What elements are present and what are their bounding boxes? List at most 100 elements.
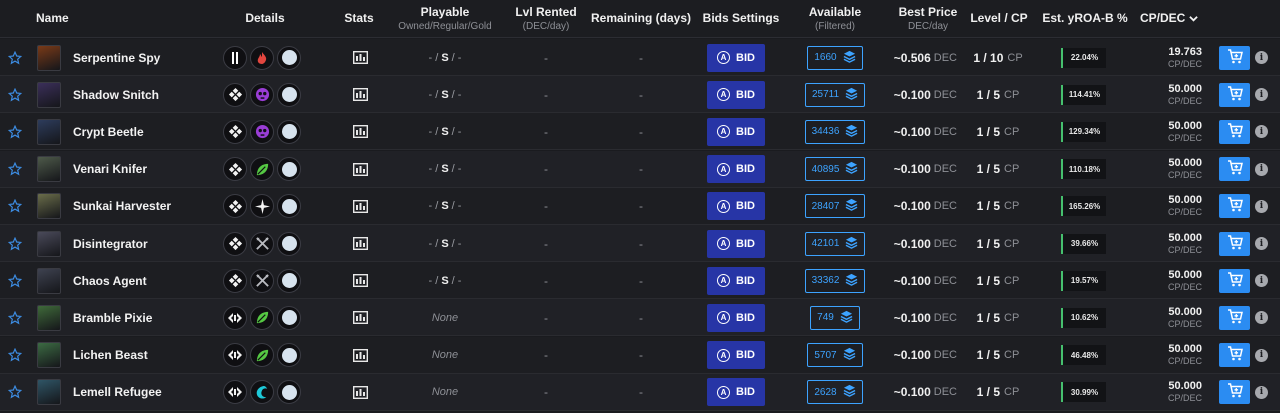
bid-button[interactable]: A BID xyxy=(707,266,765,295)
bid-button[interactable]: A BID xyxy=(707,378,765,407)
add-to-cart-button[interactable] xyxy=(1219,305,1250,330)
add-to-cart-button[interactable] xyxy=(1219,231,1250,256)
neutral-dot-icon[interactable] xyxy=(277,268,301,293)
table-row[interactable]: Crypt Beetle - / S / - - - A BID 34436 ~0.… xyxy=(0,113,1280,151)
card-name[interactable]: Serpentine Spy xyxy=(73,39,233,76)
card-thumbnail[interactable] xyxy=(37,76,61,113)
info-icon[interactable]: i xyxy=(1255,162,1268,176)
neutral-dot-icon[interactable] xyxy=(277,194,301,219)
crossed-swords-icon[interactable] xyxy=(250,268,274,293)
stats-chart-icon[interactable] xyxy=(350,151,370,188)
card-name[interactable]: Venari Knifer xyxy=(73,151,233,188)
table-row[interactable]: Serpentine Spy - / S / - - - A BID 1660 ~0… xyxy=(0,39,1280,76)
neutral-dot-icon[interactable] xyxy=(277,231,301,256)
available-button[interactable]: 33362 xyxy=(804,268,866,293)
add-to-cart-button[interactable] xyxy=(1219,119,1250,144)
neutral-dot-icon[interactable] xyxy=(277,119,301,144)
table-row[interactable]: Shadow Snitch - / S / - - - A BID 25711 ~0… xyxy=(0,76,1280,114)
favorite-star-icon[interactable] xyxy=(8,151,22,188)
available-button[interactable]: 1660 xyxy=(807,45,863,70)
earth-leaf-icon[interactable] xyxy=(250,157,274,182)
table-row[interactable]: Lemell Refugee None - - A BID 2628 ~0.10… xyxy=(0,373,1280,411)
card-thumbnail[interactable] xyxy=(37,374,61,411)
table-row[interactable]: Sunkai Harvester - / S / - - - A BID 28407… xyxy=(0,187,1280,225)
col-level-cp[interactable]: Level / CP xyxy=(966,12,1032,25)
diamond-cross-icon[interactable] xyxy=(223,82,247,107)
card-thumbnail[interactable] xyxy=(37,299,61,336)
stats-chart-icon[interactable] xyxy=(350,374,370,411)
water-drop-icon[interactable] xyxy=(250,380,274,405)
add-to-cart-button[interactable] xyxy=(1219,380,1250,405)
col-best-price[interactable]: Best Price DEC/day xyxy=(890,6,966,33)
life-star-icon[interactable] xyxy=(250,194,274,219)
favorite-star-icon[interactable] xyxy=(8,262,22,299)
diamond-cross-icon[interactable] xyxy=(223,119,247,144)
col-lvl-rented[interactable]: Lvl Rented (DEC/day) xyxy=(510,6,582,33)
info-icon[interactable]: i xyxy=(1255,199,1268,213)
tall-bar-icon[interactable] xyxy=(223,45,247,70)
add-to-cart-button[interactable] xyxy=(1219,268,1250,293)
favorite-star-icon[interactable] xyxy=(8,374,22,411)
available-button[interactable]: 42101 xyxy=(804,231,866,256)
add-to-cart-button[interactable] xyxy=(1219,45,1250,70)
neutral-dot-icon[interactable] xyxy=(277,305,301,330)
double-chevron-icon[interactable] xyxy=(223,343,247,368)
double-chevron-icon[interactable] xyxy=(223,305,247,330)
table-row[interactable]: Venari Knifer - / S / - - - A BID 40895 ~0… xyxy=(0,150,1280,188)
info-icon[interactable]: i xyxy=(1255,311,1268,325)
favorite-star-icon[interactable] xyxy=(8,188,22,225)
info-icon[interactable]: i xyxy=(1255,348,1268,362)
earth-leaf-icon[interactable] xyxy=(250,305,274,330)
card-name[interactable]: Bramble Pixie xyxy=(73,299,233,336)
add-to-cart-button[interactable] xyxy=(1219,194,1250,219)
bid-button[interactable]: A BID xyxy=(707,192,765,221)
col-available[interactable]: Available (Filtered) xyxy=(800,6,870,33)
available-button[interactable]: 5707 xyxy=(807,343,863,368)
available-button[interactable]: 25711 xyxy=(804,82,866,107)
col-remaining[interactable]: Remaining (days) xyxy=(588,12,694,25)
bid-button[interactable]: A BID xyxy=(707,43,765,72)
available-button[interactable]: 749 xyxy=(810,305,860,330)
stats-chart-icon[interactable] xyxy=(350,225,370,262)
table-row[interactable]: Chaos Agent - / S / - - - A BID 33362 ~0.1… xyxy=(0,262,1280,300)
bid-button[interactable]: A BID xyxy=(707,303,765,332)
col-name[interactable]: Name xyxy=(36,12,69,25)
favorite-star-icon[interactable] xyxy=(8,39,22,76)
neutral-dot-icon[interactable] xyxy=(277,82,301,107)
favorite-star-icon[interactable] xyxy=(8,299,22,336)
bid-button[interactable]: A BID xyxy=(707,155,765,184)
card-thumbnail[interactable] xyxy=(37,151,61,188)
info-icon[interactable]: i xyxy=(1255,88,1268,102)
death-skull-icon[interactable] xyxy=(250,82,274,107)
favorite-star-icon[interactable] xyxy=(8,337,22,374)
favorite-star-icon[interactable] xyxy=(8,113,22,150)
info-icon[interactable]: i xyxy=(1255,51,1268,64)
col-playable[interactable]: Playable Owned/Regular/Gold xyxy=(385,6,505,33)
card-thumbnail[interactable] xyxy=(37,39,61,76)
stats-chart-icon[interactable] xyxy=(350,113,370,150)
neutral-dot-icon[interactable] xyxy=(277,380,301,405)
card-thumbnail[interactable] xyxy=(37,337,61,374)
add-to-cart-button[interactable] xyxy=(1219,157,1250,182)
card-name[interactable]: Chaos Agent xyxy=(73,262,233,299)
add-to-cart-button[interactable] xyxy=(1219,82,1250,107)
card-name[interactable]: Lemell Refugee xyxy=(73,374,233,411)
info-icon[interactable]: i xyxy=(1255,125,1268,139)
card-name[interactable]: Shadow Snitch xyxy=(73,76,233,113)
stats-chart-icon[interactable] xyxy=(350,76,370,113)
available-button[interactable]: 34436 xyxy=(804,119,866,144)
stats-chart-icon[interactable] xyxy=(350,262,370,299)
card-thumbnail[interactable] xyxy=(37,188,61,225)
neutral-dot-icon[interactable] xyxy=(277,45,301,70)
bid-button[interactable]: A BID xyxy=(707,341,765,370)
card-thumbnail[interactable] xyxy=(37,262,61,299)
fire-icon[interactable] xyxy=(250,45,274,70)
table-row[interactable]: Disintegrator - / S / - - - A BID 42101 ~0… xyxy=(0,225,1280,262)
diamond-cross-icon[interactable] xyxy=(223,157,247,182)
diamond-cross-icon[interactable] xyxy=(223,231,247,256)
info-icon[interactable]: i xyxy=(1255,385,1268,399)
available-button[interactable]: 40895 xyxy=(804,157,866,182)
col-cpdec[interactable]: CP/DEC xyxy=(1140,12,1204,25)
diamond-cross-icon[interactable] xyxy=(223,268,247,293)
available-button[interactable]: 2628 xyxy=(807,380,863,405)
